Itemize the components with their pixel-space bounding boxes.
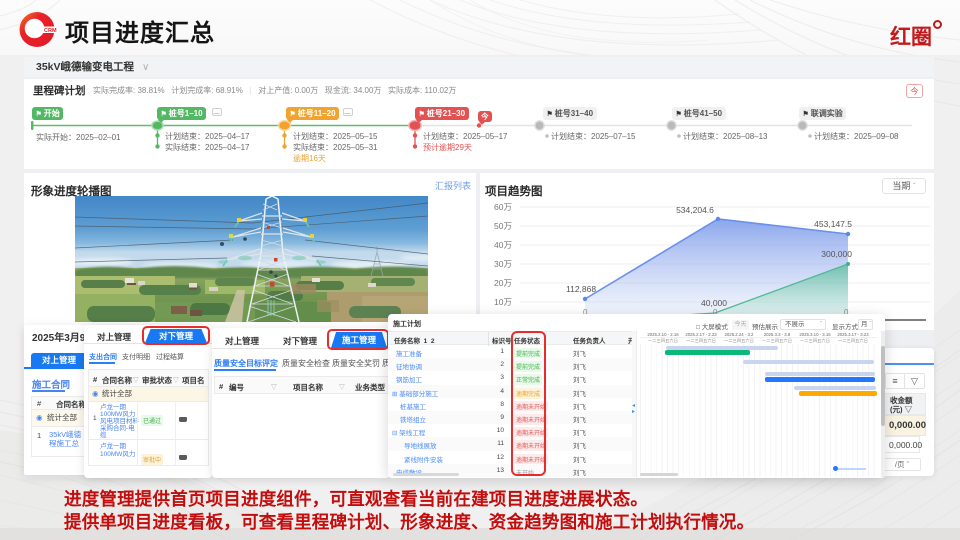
svg-text:10万: 10万 — [494, 297, 512, 307]
svg-text:40,000: 40,000 — [701, 298, 727, 308]
svg-text:60万: 60万 — [494, 202, 512, 212]
svg-text:30万: 30万 — [494, 259, 512, 269]
svg-text:50万: 50万 — [494, 221, 512, 231]
svg-text:20万: 20万 — [494, 278, 512, 288]
svg-text:CRM: CRM — [44, 28, 57, 34]
svg-text:453,147.5: 453,147.5 — [814, 219, 852, 229]
svg-text:534,204.6: 534,204.6 — [676, 205, 714, 215]
svg-text:40万: 40万 — [494, 240, 512, 250]
svg-text:112,868: 112,868 — [566, 284, 596, 294]
svg-text:300,000: 300,000 — [821, 249, 852, 259]
